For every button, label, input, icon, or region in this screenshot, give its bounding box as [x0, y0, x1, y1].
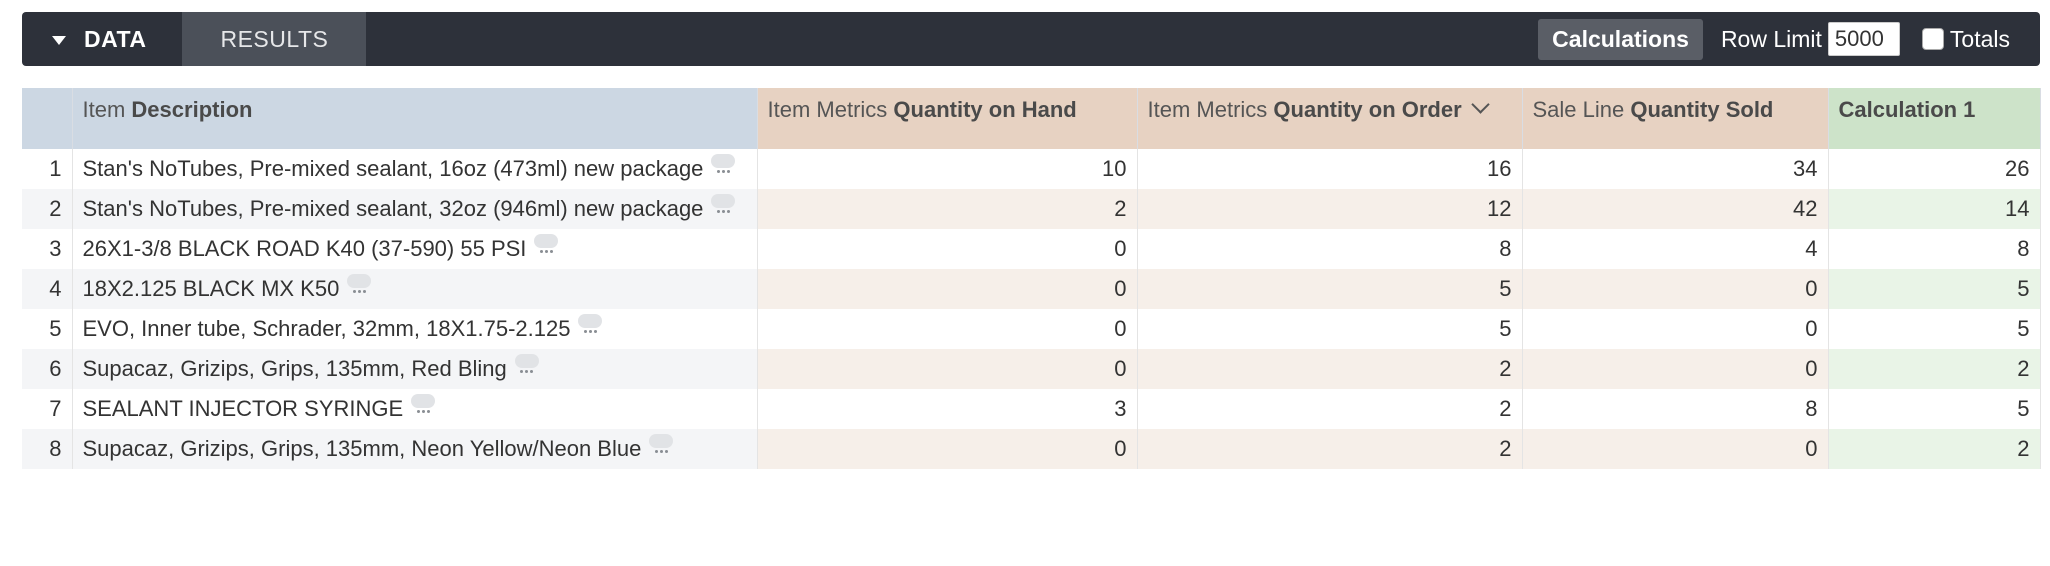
quantity-on-order-cell: 2: [1137, 349, 1523, 389]
table-body: 1 Stan's NoTubes, Pre-mixed sealant, 16oz…: [22, 149, 2041, 469]
item-description-text: SEALANT INJECTOR SYRINGE: [82, 396, 404, 421]
quantity-on-hand-cell: 0: [757, 429, 1138, 469]
row-index: 1: [22, 149, 73, 189]
item-description-cell: Stan's NoTubes, Pre-mixed sealant, 16oz …: [72, 149, 758, 189]
table-row: 6 Supacaz, Grizips, Grips, 135mm, Red Bli…: [22, 349, 2041, 389]
row-index: 7: [22, 389, 73, 429]
column-header-quantity-on-order[interactable]: Item Metrics Quantity on Order: [1137, 88, 1523, 149]
row-limit-input[interactable]: [1827, 22, 1900, 56]
quantity-sold-cell: 8: [1522, 389, 1829, 429]
calculation-1-cell: 5: [1828, 309, 2041, 349]
quantity-on-hand-cell: 10: [757, 149, 1138, 189]
item-description-text: Supacaz, Grizips, Grips, 135mm, Red Blin…: [82, 356, 507, 381]
quantity-sold-cell: 34: [1522, 149, 1829, 189]
column-header-item-description[interactable]: Item Description: [72, 88, 758, 149]
caret-down-icon: [52, 35, 66, 45]
row-index-header: [22, 88, 73, 149]
table-header-row: Item Description Item Metrics Quantity o…: [22, 88, 2041, 149]
item-description-text: Stan's NoTubes, Pre-mixed sealant, 32oz …: [82, 196, 704, 221]
row-limit-label: Row Limit: [1720, 25, 1822, 52]
quantity-sold-cell: 0: [1522, 429, 1829, 469]
quantity-on-order-cell: 5: [1137, 309, 1523, 349]
quantity-on-order-cell: 16: [1137, 149, 1523, 189]
quantity-on-hand-cell: 0: [757, 269, 1138, 309]
data-toolbar: DATA RESULTS Calculations Row Limit Tota…: [22, 12, 2040, 66]
totals-label[interactable]: Totals: [1950, 26, 2010, 53]
item-description-text: Supacaz, Grizips, Grips, 135mm, Neon Yel…: [82, 436, 642, 461]
item-description-text: 26X1-3/8 BLACK ROAD K40 (37-590) 55 PSI: [82, 236, 527, 261]
more-options-icon[interactable]: [347, 274, 372, 293]
more-options-icon[interactable]: [411, 394, 436, 413]
item-description-cell: 18X2.125 BLACK MX K50: [72, 269, 758, 309]
tab-data[interactable]: DATA: [22, 12, 182, 66]
more-options-icon[interactable]: [711, 154, 736, 173]
calculations-button[interactable]: Calculations: [1538, 18, 1703, 60]
quantity-sold-cell: 0: [1522, 349, 1829, 389]
toolbar-controls: Calculations Row Limit Totals: [1538, 12, 2040, 66]
quantity-sold-cell: 0: [1522, 309, 1829, 349]
tab-results-label: RESULTS: [220, 25, 329, 52]
quantity-sold-cell: 42: [1522, 189, 1829, 229]
more-options-icon[interactable]: [649, 434, 674, 453]
more-options-icon[interactable]: [711, 194, 736, 213]
quantity-on-hand-cell: 0: [757, 309, 1138, 349]
quantity-sold-cell: 4: [1522, 229, 1829, 269]
row-index: 6: [22, 349, 73, 389]
more-options-icon[interactable]: [578, 314, 603, 333]
quantity-on-hand-cell: 3: [757, 389, 1138, 429]
results-table: Item Description Item Metrics Quantity o…: [22, 88, 2041, 469]
row-index: 5: [22, 309, 73, 349]
item-description-cell: Supacaz, Grizips, Grips, 135mm, Red Blin…: [72, 349, 758, 389]
tab-data-label: DATA: [84, 25, 147, 52]
quantity-on-hand-cell: 0: [757, 349, 1138, 389]
row-index: 2: [22, 189, 73, 229]
quantity-on-hand-cell: 0: [757, 229, 1138, 269]
item-description-cell: SEALANT INJECTOR SYRINGE: [72, 389, 758, 429]
quantity-on-order-cell: 2: [1137, 389, 1523, 429]
column-header-quantity-sold[interactable]: Sale Line Quantity Sold: [1522, 88, 1829, 149]
table-row: 8 Supacaz, Grizips, Grips, 135mm, Neon Ye…: [22, 429, 2041, 469]
table-row: 7 SEALANT INJECTOR SYRINGE 3 2 8 5: [22, 389, 2041, 429]
row-index: 4: [22, 269, 73, 309]
column-header-calculation-1[interactable]: Calculation 1: [1828, 88, 2041, 149]
row-index: 3: [22, 229, 73, 269]
calculation-1-cell: 26: [1828, 149, 2041, 189]
quantity-on-order-cell: 2: [1137, 429, 1523, 469]
item-description-cell: Supacaz, Grizips, Grips, 135mm, Neon Yel…: [72, 429, 758, 469]
table-row: 2 Stan's NoTubes, Pre-mixed sealant, 32oz…: [22, 189, 2041, 229]
calculation-1-cell: 5: [1828, 389, 2041, 429]
more-options-icon[interactable]: [534, 234, 559, 253]
table-row: 4 18X2.125 BLACK MX K50 0 5 0 5: [22, 269, 2041, 309]
tab-results[interactable]: RESULTS: [182, 12, 367, 66]
item-description-text: 18X2.125 BLACK MX K50: [82, 276, 340, 301]
table-row: 1 Stan's NoTubes, Pre-mixed sealant, 16oz…: [22, 149, 2041, 189]
item-description-cell: 26X1-3/8 BLACK ROAD K40 (37-590) 55 PSI: [72, 229, 758, 269]
calculation-1-cell: 2: [1828, 349, 2041, 389]
sort-descending-icon[interactable]: [1470, 95, 1490, 114]
totals-checkbox[interactable]: [1921, 28, 1944, 50]
quantity-on-order-cell: 8: [1137, 229, 1523, 269]
calculation-1-cell: 5: [1828, 269, 2041, 309]
item-description-cell: Stan's NoTubes, Pre-mixed sealant, 32oz …: [72, 189, 758, 229]
column-header-quantity-on-hand[interactable]: Item Metrics Quantity on Hand: [757, 88, 1138, 149]
row-index: 8: [22, 429, 73, 469]
quantity-sold-cell: 0: [1522, 269, 1829, 309]
quantity-on-order-cell: 12: [1137, 189, 1523, 229]
calculation-1-cell: 2: [1828, 429, 2041, 469]
quantity-on-hand-cell: 2: [757, 189, 1138, 229]
item-description-cell: EVO, Inner tube, Schrader, 32mm, 18X1.75…: [72, 309, 758, 349]
item-description-text: Stan's NoTubes, Pre-mixed sealant, 16oz …: [82, 156, 704, 181]
calculation-1-cell: 14: [1828, 189, 2041, 229]
calculation-1-cell: 8: [1828, 229, 2041, 269]
table-row: 3 26X1-3/8 BLACK ROAD K40 (37-590) 55 PSI…: [22, 229, 2041, 269]
quantity-on-order-cell: 5: [1137, 269, 1523, 309]
item-description-text: EVO, Inner tube, Schrader, 32mm, 18X1.75…: [82, 316, 571, 341]
more-options-icon[interactable]: [514, 354, 539, 373]
table-row: 5 EVO, Inner tube, Schrader, 32mm, 18X1.7…: [22, 309, 2041, 349]
